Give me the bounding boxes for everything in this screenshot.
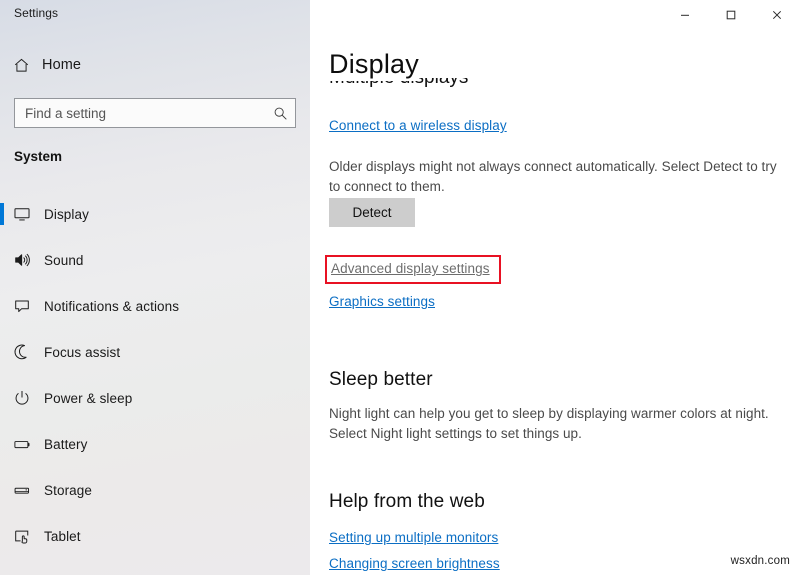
monitor-icon [0,205,44,223]
sidebar-item-sound[interactable]: Sound [0,240,310,280]
settings-window: Settings Home System [0,0,800,575]
sidebar: Settings Home System [0,0,310,575]
moon-icon [0,343,44,361]
sidebar-item-storage-label: Storage [44,483,92,498]
sidebar-item-power-sleep-label: Power & sleep [44,391,132,406]
sidebar-item-home[interactable]: Home [0,45,310,85]
sidebar-item-focus-assist-label: Focus assist [44,345,120,360]
sidebar-item-power-sleep[interactable]: Power & sleep [0,378,310,418]
night-light-description: Night light can help you get to sleep by… [329,404,785,444]
sidebar-group-title: System [14,149,62,164]
link-changing-screen-brightness[interactable]: Changing screen brightness [329,556,500,571]
link-graphics-settings[interactable]: Graphics settings [329,294,435,309]
sidebar-item-home-label: Home [42,57,81,73]
battery-icon [0,435,44,454]
sidebar-item-focus-assist[interactable]: Focus assist [0,332,310,372]
watermark: wsxdn.com [731,555,790,567]
drive-icon [0,481,44,500]
sidebar-item-battery-label: Battery [44,437,87,452]
sidebar-item-display-label: Display [44,207,89,222]
sidebar-item-notifications[interactable]: Notifications & actions [0,286,310,326]
older-displays-description: Older displays might not always connect … [329,157,781,197]
tablet-hand-icon [0,527,44,545]
search-input[interactable] [15,106,265,121]
speaker-icon [0,251,44,269]
sidebar-item-battery[interactable]: Battery [0,424,310,464]
link-connect-wireless-display[interactable]: Connect to a wireless display [329,118,507,133]
sidebar-item-display[interactable]: Display [0,194,310,234]
window-controls [662,0,800,30]
advanced-display-settings-highlight: Advanced display settings [325,255,501,284]
search-icon[interactable] [265,106,295,121]
section-heading-help-from-web: Help from the web [329,491,485,513]
home-icon [0,57,42,74]
main-content: Multiple displays Display Connect to a w… [310,0,800,575]
sidebar-item-tablet[interactable]: Tablet [0,516,310,556]
power-icon [0,389,44,407]
section-heading-sleep-better: Sleep better [329,369,433,391]
minimize-icon[interactable] [662,0,708,30]
app-title: Settings [14,6,58,20]
link-advanced-display-settings[interactable]: Advanced display settings [331,261,490,276]
search-box[interactable] [14,98,296,128]
page-title: Display [329,47,419,81]
sidebar-item-tablet-label: Tablet [44,529,81,544]
sidebar-item-notifications-label: Notifications & actions [44,299,179,314]
selection-indicator [0,203,4,225]
link-setting-up-multiple-monitors[interactable]: Setting up multiple monitors [329,530,498,545]
sidebar-item-sound-label: Sound [44,253,84,268]
sidebar-item-storage[interactable]: Storage [0,470,310,510]
speech-bubble-icon [0,297,44,315]
detect-button[interactable]: Detect [329,198,415,227]
close-icon[interactable] [754,0,800,30]
maximize-icon[interactable] [708,0,754,30]
